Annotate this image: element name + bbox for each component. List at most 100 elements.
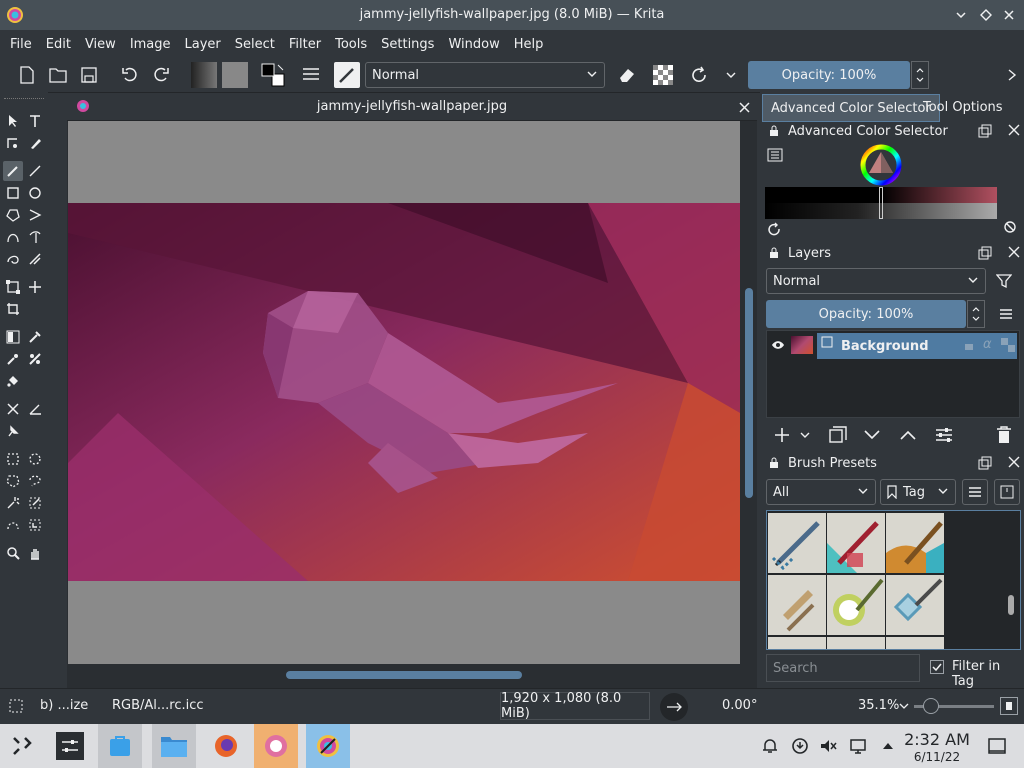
brush-preset-item[interactable] bbox=[768, 637, 826, 649]
freehand-brush-icon[interactable] bbox=[3, 161, 23, 181]
menu-edit[interactable]: Edit bbox=[46, 37, 71, 52]
minimize-icon[interactable] bbox=[952, 6, 970, 24]
line-tool-icon[interactable] bbox=[25, 161, 45, 181]
firefox-icon[interactable] bbox=[204, 724, 248, 768]
volume-muted-icon[interactable] bbox=[818, 736, 838, 756]
ellipse-tool-icon[interactable] bbox=[25, 183, 45, 203]
save-icon[interactable] bbox=[76, 62, 102, 88]
brush-preset-item[interactable] bbox=[886, 513, 944, 573]
brush-tag-combo[interactable]: Tag bbox=[880, 479, 956, 505]
close-document-icon[interactable] bbox=[736, 99, 752, 115]
add-layer-icon[interactable] bbox=[770, 424, 794, 446]
menu-window[interactable]: Window bbox=[448, 37, 499, 52]
polygon-select-icon[interactable] bbox=[3, 471, 23, 491]
menu-tools[interactable]: Tools bbox=[335, 37, 367, 52]
rotation-dial-icon[interactable] bbox=[660, 693, 688, 721]
opacity-slider[interactable]: Opacity: 100% bbox=[748, 61, 910, 89]
calligraphy-icon[interactable] bbox=[25, 133, 45, 153]
undo-icon[interactable] bbox=[117, 62, 143, 88]
hamburger-menu-icon[interactable] bbox=[996, 304, 1016, 324]
fg-bg-color-icon[interactable] bbox=[260, 62, 286, 88]
new-document-icon[interactable] bbox=[14, 62, 40, 88]
fill-tool-icon[interactable] bbox=[3, 371, 23, 391]
eraser-icon[interactable] bbox=[614, 62, 640, 88]
dynamic-brush-icon[interactable] bbox=[3, 249, 23, 269]
layer-properties-icon[interactable] bbox=[821, 336, 833, 348]
menu-view[interactable]: View bbox=[85, 37, 116, 52]
close-window-icon[interactable] bbox=[1000, 6, 1018, 24]
lock-icon[interactable] bbox=[768, 125, 780, 137]
multibrush-icon[interactable] bbox=[25, 249, 45, 269]
color-picker-icon[interactable] bbox=[25, 327, 45, 347]
zoom-slider-handle[interactable] bbox=[923, 698, 939, 714]
document-tab-title[interactable]: jammy-jellyfish-wallpaper.jpg bbox=[67, 99, 757, 114]
menu-select[interactable]: Select bbox=[235, 37, 275, 52]
pan-tool-icon[interactable] bbox=[25, 543, 45, 563]
no-color-icon[interactable] bbox=[1002, 219, 1018, 235]
zoom-tool-icon[interactable] bbox=[3, 543, 23, 563]
brush-preset-item[interactable] bbox=[827, 575, 885, 635]
chevron-right-icon[interactable] bbox=[1004, 66, 1020, 84]
move-layer-up-icon[interactable] bbox=[896, 424, 920, 446]
refresh-icon[interactable] bbox=[766, 221, 782, 237]
menu-help[interactable]: Help bbox=[514, 37, 544, 52]
brush-preset-item[interactable] bbox=[886, 637, 944, 649]
open-folder-icon[interactable] bbox=[45, 62, 71, 88]
transform-tool-icon[interactable] bbox=[3, 277, 23, 297]
delete-layer-icon[interactable] bbox=[992, 424, 1016, 446]
brush-preset-item[interactable] bbox=[827, 513, 885, 573]
menu-layer[interactable]: Layer bbox=[185, 37, 221, 52]
close-dock-icon[interactable] bbox=[1008, 456, 1020, 468]
rect-select-icon[interactable] bbox=[3, 449, 23, 469]
rectangle-tool-icon[interactable] bbox=[3, 183, 23, 203]
file-manager-icon[interactable] bbox=[152, 724, 196, 768]
layer-opacity-slider[interactable]: Opacity: 100% bbox=[766, 300, 966, 328]
maximize-icon[interactable] bbox=[977, 6, 995, 24]
blend-mode-combo[interactable]: Normal bbox=[365, 62, 605, 88]
chevron-up-icon[interactable] bbox=[878, 736, 898, 756]
bezier-tool-icon[interactable] bbox=[3, 227, 23, 247]
canvas-image[interactable] bbox=[68, 203, 740, 581]
filter-in-tag-checkbox[interactable] bbox=[930, 660, 944, 674]
ellipse-select-icon[interactable] bbox=[25, 449, 45, 469]
move-tool-icon[interactable] bbox=[25, 277, 45, 297]
gradient-icon[interactable] bbox=[191, 62, 217, 88]
polyline-tool-icon[interactable] bbox=[25, 205, 45, 225]
horizontal-scrollbar[interactable] bbox=[286, 671, 522, 679]
assistant-tool-icon[interactable] bbox=[3, 399, 23, 419]
vertical-scrollbar[interactable] bbox=[745, 288, 753, 498]
status-image-size[interactable]: 1,920 x 1,080 (8.0 MiB) bbox=[500, 691, 650, 721]
contiguous-select-icon[interactable] bbox=[3, 493, 23, 513]
system-settings-icon[interactable] bbox=[48, 724, 92, 768]
brush-preset-icon[interactable] bbox=[334, 62, 360, 88]
canvas-only-icon[interactable] bbox=[1000, 697, 1018, 715]
color-shade-bar[interactable] bbox=[765, 187, 997, 219]
freehand-path-icon[interactable] bbox=[25, 227, 45, 247]
layer-opacity-spin-icon[interactable] bbox=[967, 300, 985, 328]
chevron-down-icon[interactable] bbox=[898, 700, 910, 712]
bezier-select-icon[interactable] bbox=[3, 515, 23, 535]
krita-taskbar-icon[interactable] bbox=[306, 724, 350, 768]
freehand-select-icon[interactable] bbox=[25, 471, 45, 491]
tab-tool-options[interactable]: Tool Options bbox=[915, 94, 1011, 120]
network-icon[interactable] bbox=[848, 736, 868, 756]
brush-grid-scrollbar[interactable] bbox=[1008, 595, 1014, 615]
clock-time[interactable]: 2:32 AM bbox=[904, 730, 970, 749]
select-shapes-icon[interactable] bbox=[3, 111, 23, 131]
crop-tool-icon[interactable] bbox=[3, 299, 23, 319]
brush-preset-item[interactable] bbox=[886, 575, 944, 635]
layer-row-background[interactable]: Background α bbox=[767, 333, 1019, 359]
colorize-mask-icon[interactable] bbox=[3, 349, 23, 369]
clock-date[interactable]: 6/11/22 bbox=[904, 750, 970, 764]
float-dock-icon[interactable] bbox=[978, 246, 992, 260]
layer-properties-sliders-icon[interactable] bbox=[932, 424, 956, 446]
menu-file[interactable]: File bbox=[10, 37, 32, 52]
chevron-down-icon[interactable] bbox=[718, 62, 744, 88]
media-player-icon[interactable] bbox=[254, 724, 298, 768]
show-desktop-icon[interactable] bbox=[986, 736, 1008, 756]
move-layer-down-icon[interactable] bbox=[860, 424, 884, 446]
status-zoom[interactable]: 35.1% bbox=[858, 698, 899, 713]
brush-settings-icon[interactable] bbox=[298, 62, 324, 88]
notifications-icon[interactable] bbox=[760, 736, 780, 756]
close-dock-icon[interactable] bbox=[1008, 246, 1020, 258]
